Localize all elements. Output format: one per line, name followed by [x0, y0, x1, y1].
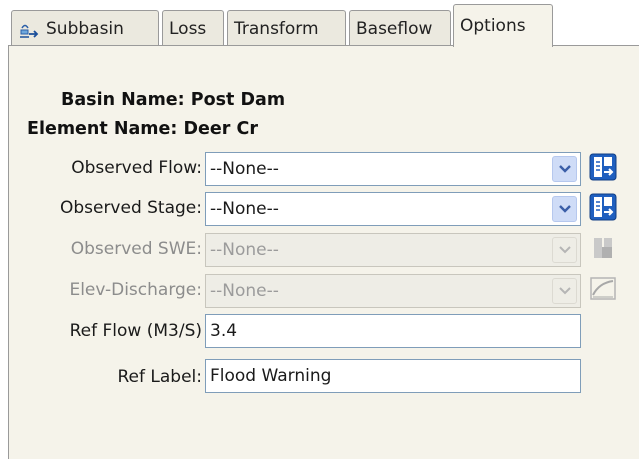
elev-discharge-select[interactable]: --None-- [205, 274, 581, 308]
subbasin-icon [20, 24, 39, 38]
tab-label: Options [460, 16, 526, 36]
ref-flow-label: Ref Flow (M3/S) [69, 321, 202, 341]
ref-flow-field[interactable] [205, 314, 581, 348]
tab-transform[interactable]: Transform [227, 10, 346, 46]
elev-discharge-label: Elev-Discharge: [69, 280, 202, 300]
observed-flow-value: --None-- [210, 159, 279, 179]
ref-label-input[interactable] [206, 360, 580, 392]
observed-swe-select[interactable]: --None-- [205, 233, 581, 267]
chevron-down-icon[interactable] [552, 156, 577, 182]
tab-baseflow[interactable]: Baseflow [349, 10, 451, 46]
tab-options[interactable]: Options [453, 4, 553, 47]
observed-stage-select[interactable]: --None-- [205, 192, 581, 226]
tab-subbasin[interactable]: Subbasin [11, 10, 159, 46]
tab-label: Transform [234, 18, 319, 39]
tab-loss[interactable]: Loss [162, 10, 224, 46]
curve-icon [590, 277, 616, 300]
observed-flow-select[interactable]: --None-- [205, 152, 581, 186]
chevron-down-icon [552, 237, 577, 263]
observed-swe-value: --None-- [210, 240, 279, 260]
ref-label-field[interactable] [205, 359, 581, 393]
chevron-down-icon[interactable] [552, 196, 577, 222]
ref-label-label: Ref Label: [117, 367, 203, 387]
observed-stage-label: Observed Stage: [59, 198, 202, 218]
gage-selector-icon[interactable] [589, 153, 617, 181]
gage-selector-icon[interactable] [589, 193, 617, 221]
observed-swe-label: Observed SWE: [70, 239, 202, 259]
ref-flow-input[interactable] [206, 315, 580, 347]
tab-label: Loss [169, 18, 207, 39]
basin-name: Basin Name: Post Dam [61, 90, 286, 110]
observed-flow-label: Observed Flow: [71, 158, 202, 178]
elev-discharge-value: --None-- [210, 281, 279, 301]
gage-selector-icon [594, 238, 612, 258]
tab-strip: Subbasin Loss Transform Baseflow Options [8, 0, 639, 47]
tab-label: Baseflow [356, 18, 433, 39]
observed-stage-value: --None-- [210, 199, 279, 219]
chevron-down-icon [552, 278, 577, 304]
element-name: Element Name: Deer Cr [27, 119, 258, 139]
tab-label: Subbasin [46, 18, 124, 39]
